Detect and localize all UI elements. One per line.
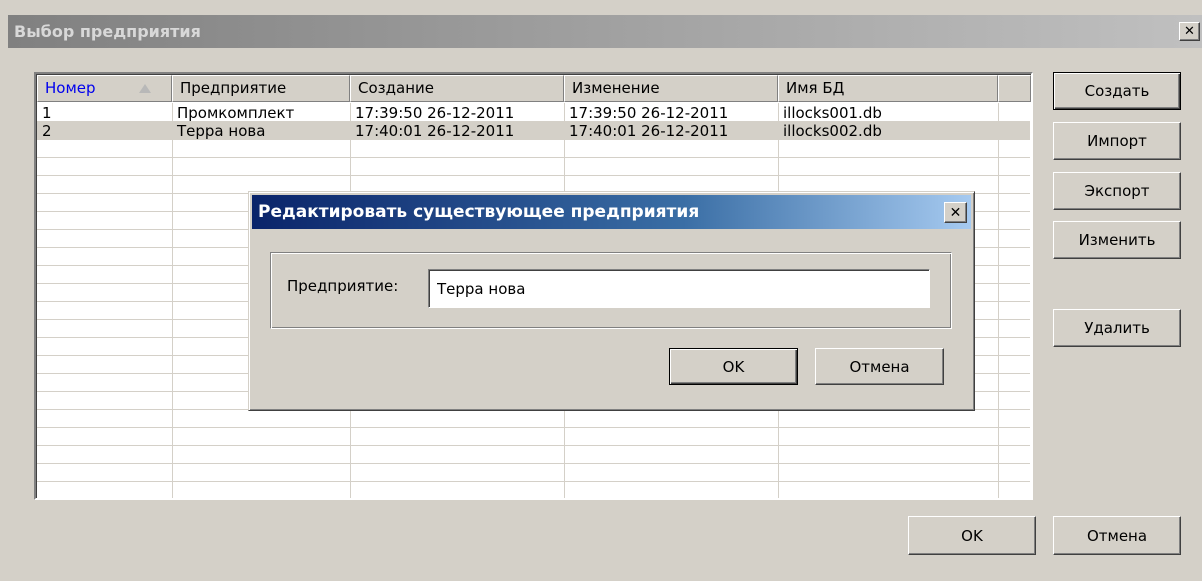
cell-modified: 17:40:01 26-12-2011 [569,122,729,139]
edit-enterprise-dialog[interactable]: Редактировать существующее предприятия ✕… [248,191,975,411]
column-header-number[interactable]: Номер [37,75,172,102]
column-header-enterprise[interactable]: Предприятие [172,75,350,102]
table-row-selected[interactable]: 2 Терра нова 17:40:01 26-12-2011 17:40:0… [37,122,1030,140]
enterprise-field-group: Предприятие: [270,252,952,329]
table-row-empty [37,410,1030,428]
ok-button[interactable]: OK [908,516,1036,555]
cell-db-name: illocks001.db [783,104,882,121]
export-button[interactable]: Экспорт [1053,172,1181,210]
window-title-bar[interactable]: Выбор предприятия ✕ [8,15,1202,48]
sort-ascending-icon [139,84,151,93]
table-row-empty [37,428,1030,446]
dialog-title: Редактировать существующее предприятия [258,202,700,222]
column-header-db-name[interactable]: Имя БД [778,75,998,102]
dialog-title-bar[interactable]: Редактировать существующее предприятия ✕ [252,195,971,229]
window-title: Выбор предприятия [14,22,201,41]
cell-created: 17:40:01 26-12-2011 [355,122,515,139]
table-row-empty [37,158,1030,176]
column-header-modified[interactable]: Изменение [564,75,778,102]
table-row-empty [37,464,1030,482]
import-button[interactable]: Импорт [1053,122,1181,160]
column-header-label: Изменение [572,79,660,97]
table-row-empty [37,446,1030,464]
column-header-label: Имя БД [786,79,845,97]
close-icon: ✕ [1184,24,1195,39]
column-header-label: Создание [358,79,434,97]
dialog-close-button[interactable]: ✕ [944,202,967,223]
column-header-filler [998,75,1031,102]
column-header-label: Номер [45,79,96,97]
enterprise-field-label: Предприятие: [287,277,399,295]
cell-enterprise: Терра нова [177,122,266,139]
table-row-empty [37,140,1030,158]
window-close-button[interactable]: ✕ [1179,22,1200,41]
column-header-created[interactable]: Создание [350,75,564,102]
dialog-ok-button[interactable]: OK [669,348,798,385]
close-icon: ✕ [949,204,962,221]
enterprise-name-input[interactable] [428,269,930,308]
cell-number: 1 [42,104,52,121]
cell-enterprise: Промкомплект [177,104,295,121]
column-header-label: Предприятие [180,79,287,97]
table-row[interactable]: 1 Промкомплект 17:39:50 26-12-2011 17:39… [37,104,1030,122]
create-button[interactable]: Создать [1053,72,1181,110]
cell-number: 2 [42,122,52,139]
edit-button[interactable]: Изменить [1053,221,1181,259]
cell-modified: 17:39:50 26-12-2011 [569,104,729,121]
cancel-button[interactable]: Отмена [1053,516,1181,555]
delete-button[interactable]: Удалить [1053,309,1181,347]
cell-created: 17:39:50 26-12-2011 [355,104,515,121]
cell-db-name: illocks002.db [783,122,882,139]
dialog-cancel-button[interactable]: Отмена [815,348,944,385]
